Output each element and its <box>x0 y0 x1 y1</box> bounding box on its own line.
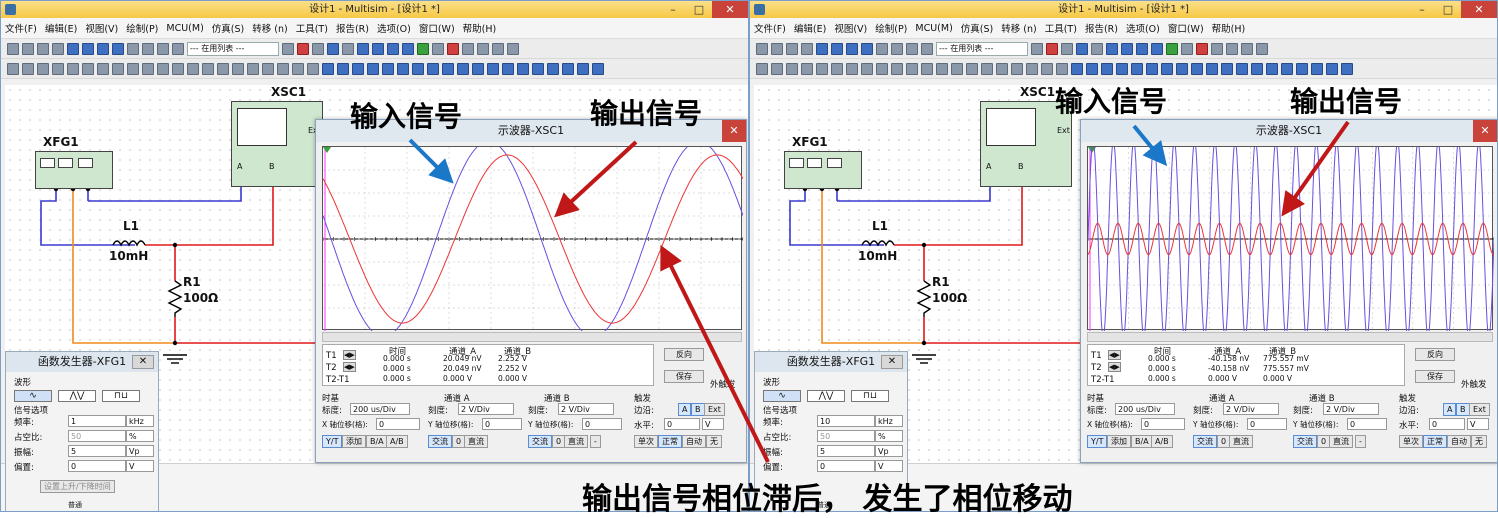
bottom-caption: 输出信号相位滞后， 发生了相位移动 <box>582 482 1073 517</box>
output-arrow-right <box>1281 120 1350 217</box>
input-arrow-left <box>408 138 454 184</box>
output-signal-annotation-left: 输出信号 <box>590 97 703 130</box>
input-arrow-right <box>1132 124 1168 167</box>
output-arrow-left <box>554 140 638 218</box>
input-signal-annotation-left: 输入信号 <box>350 100 463 133</box>
input-signal-annotation-right: 输入信号 <box>1055 85 1168 118</box>
phase-lag-arrow <box>660 244 770 463</box>
output-signal-annotation-right: 输出信号 <box>1290 85 1403 118</box>
annotation-overlay <box>408 120 1350 463</box>
